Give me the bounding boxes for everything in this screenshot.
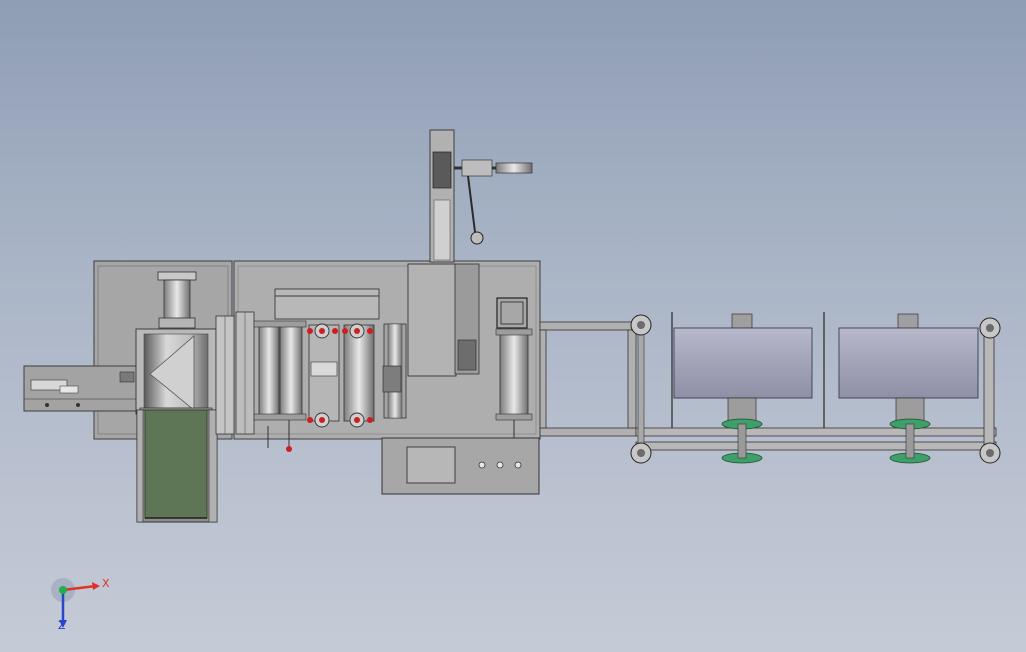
x-axis-label: X (102, 577, 110, 590)
control-box (381, 437, 540, 495)
machine-drawing (23, 129, 1001, 628)
forming-hopper (135, 328, 217, 417)
material-roll-2 (838, 313, 979, 464)
z-axis-label: Z (58, 619, 66, 632)
tension-tower (429, 129, 533, 263)
material-roll-1 (673, 313, 813, 464)
infeed-tray (23, 365, 141, 412)
y-axis-marker (59, 586, 67, 594)
vertical-cylinder (157, 271, 197, 329)
outfeed-conveyor (136, 409, 218, 523)
cad-viewport: X Z (0, 0, 1026, 652)
